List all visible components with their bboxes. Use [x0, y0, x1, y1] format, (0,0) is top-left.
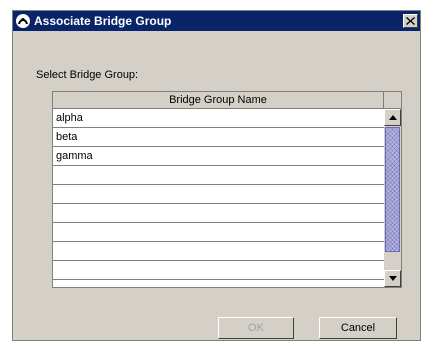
table-row[interactable]	[53, 166, 384, 185]
cancel-button[interactable]: Cancel	[319, 317, 397, 339]
scroll-down-button[interactable]	[384, 270, 401, 287]
table-rows: alpha beta gamma	[53, 109, 384, 280]
arrow-down-icon	[388, 276, 397, 281]
window-title: Associate Bridge Group	[34, 14, 172, 28]
close-button[interactable]	[403, 14, 418, 28]
table-row[interactable]: alpha	[53, 109, 384, 128]
table-row[interactable]	[53, 204, 384, 223]
table-row[interactable]	[53, 261, 384, 280]
title-bar[interactable]: Associate Bridge Group	[13, 11, 420, 31]
select-bridge-group-label: Select Bridge Group:	[36, 69, 139, 81]
table-row[interactable]	[53, 185, 384, 204]
table-row[interactable]: gamma	[53, 147, 384, 166]
bridge-group-table: Bridge Group Name alpha beta gamma	[52, 91, 402, 288]
scroll-thumb[interactable]	[385, 127, 400, 252]
table-corner	[384, 92, 401, 109]
table-row[interactable]	[53, 223, 384, 242]
associate-bridge-group-dialog: Associate Bridge Group Select Bridge Gro…	[12, 10, 421, 341]
app-icon	[15, 13, 31, 29]
column-header-bridge-group-name[interactable]: Bridge Group Name	[53, 92, 384, 109]
ok-button[interactable]: OK	[218, 317, 294, 339]
vertical-scrollbar[interactable]	[384, 109, 401, 287]
scroll-up-button[interactable]	[384, 109, 401, 126]
close-icon	[406, 17, 415, 25]
table-row[interactable]: beta	[53, 128, 384, 147]
arrow-up-icon	[388, 115, 397, 120]
table-row[interactable]	[53, 242, 384, 261]
